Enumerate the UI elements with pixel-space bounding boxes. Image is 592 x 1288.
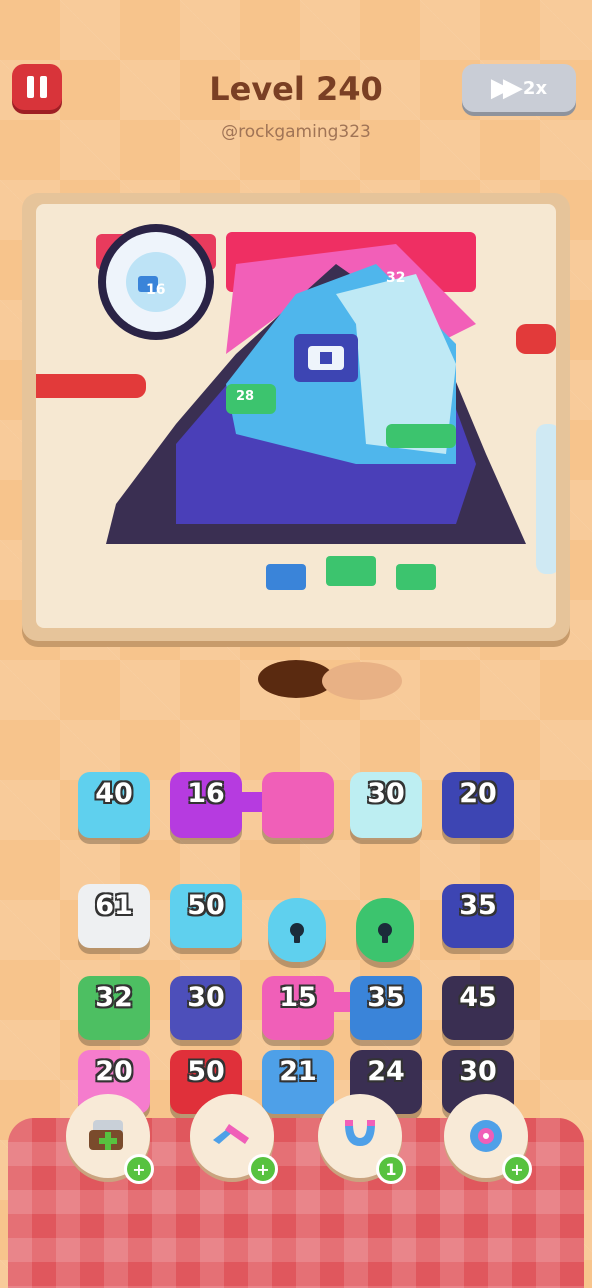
board-label: 28 (236, 389, 254, 404)
tile-value: 20 (95, 1056, 133, 1087)
queue-tile[interactable]: 30 (350, 772, 422, 838)
tile-value: 30 (367, 778, 405, 809)
grid-tile[interactable]: 32 (78, 976, 150, 1040)
tile-value: 15 (279, 982, 317, 1013)
grid-tile[interactable]: 21 (262, 1050, 334, 1114)
lock-icon (378, 923, 392, 943)
grid-tile[interactable]: 30 (170, 976, 242, 1040)
booster-badge: + (248, 1154, 278, 1184)
tile-value: 20 (459, 778, 497, 809)
swap-icon (213, 1124, 249, 1144)
grid-tile[interactable]: 61 (78, 884, 150, 948)
tile-value: 35 (367, 982, 405, 1013)
tile-value: 30 (459, 1056, 497, 1087)
fast-forward-icon: ▶▶ (490, 73, 523, 103)
tile-value: 21 (279, 1056, 317, 1087)
lock-icon (290, 923, 304, 943)
booster-badge: 1 (376, 1154, 406, 1184)
shuffle-icon (470, 1120, 502, 1152)
pixel-art: 16 32 28 (36, 224, 556, 590)
queue-tile[interactable]: 40 (78, 772, 150, 838)
board-label: 16 (146, 282, 165, 298)
grid-tile[interactable]: 35 (350, 976, 422, 1040)
tile-value: 50 (187, 890, 225, 921)
grid-tile[interactable]: 15 (262, 976, 334, 1040)
locked-tile[interactable] (356, 898, 414, 962)
magnet-booster[interactable]: 1 (318, 1094, 406, 1184)
queue-tile[interactable]: 20 (442, 772, 514, 838)
tile-value: 40 (95, 778, 133, 809)
tile-value: 16 (187, 778, 225, 809)
tile-value: 24 (367, 1056, 405, 1087)
queue-tile[interactable] (262, 772, 334, 838)
tile-value: 45 (459, 982, 497, 1013)
tile-value: 35 (459, 890, 497, 921)
add-slot-icon (89, 1120, 123, 1150)
tile-value: 61 (95, 890, 133, 921)
grid-tile[interactable]: 50 (170, 884, 242, 948)
tile-value: 32 (95, 982, 133, 1013)
spawn-plate (322, 662, 402, 700)
shuffle-booster[interactable]: + (444, 1094, 532, 1184)
tile-value: 30 (187, 982, 225, 1013)
queue-tile[interactable]: 16 (170, 772, 242, 838)
tile-value: 50 (187, 1056, 225, 1087)
add-slot-booster[interactable]: + (66, 1094, 154, 1184)
speed-button[interactable]: ▶▶ 2x (462, 64, 576, 112)
magnet-icon (345, 1120, 375, 1146)
booster-badge: + (502, 1154, 532, 1184)
locked-tile[interactable] (268, 898, 326, 962)
swap-booster[interactable]: + (190, 1094, 278, 1184)
booster-badge: + (124, 1154, 154, 1184)
grid-tile[interactable]: 45 (442, 976, 514, 1040)
grid-tile[interactable]: 35 (442, 884, 514, 948)
pixel-board: 16 32 28 (36, 204, 556, 628)
username: @rockgaming323 (221, 122, 371, 142)
speed-label: 2x (522, 77, 548, 99)
board-label: 32 (386, 270, 405, 286)
